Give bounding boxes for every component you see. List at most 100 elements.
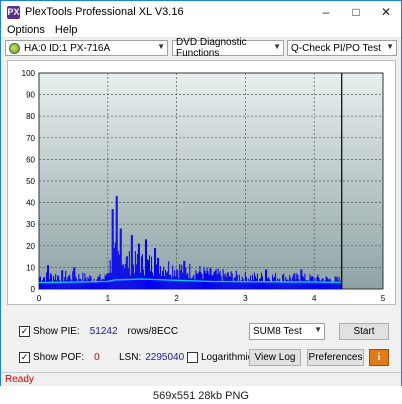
- drive-label: HA:0 ID:1 PX-716A: [24, 42, 111, 54]
- pie-bar: [301, 269, 303, 289]
- y-tick-label: 30: [26, 220, 35, 229]
- pie-bar: [96, 279, 98, 289]
- pie-bar: [180, 270, 182, 289]
- pie-bar: [271, 282, 273, 289]
- pie-bar: [173, 276, 175, 289]
- pie-bar: [295, 279, 297, 289]
- pie-bar: [74, 267, 76, 289]
- pie-bar: [195, 270, 197, 289]
- info-icon[interactable]: i: [369, 349, 389, 366]
- pie-bar: [304, 273, 306, 289]
- x-tick-label: 3: [243, 294, 248, 303]
- window-controls: – □ ✕: [311, 1, 401, 23]
- pie-bar: [306, 279, 308, 289]
- image-caption: 569x551 28kb PNG: [0, 387, 402, 404]
- pie-bar: [281, 281, 283, 289]
- close-icon[interactable]: ✕: [371, 1, 401, 23]
- pie-bar: [141, 254, 143, 289]
- show-pof-checkbox[interactable]: ✓ Show POF: 0: [19, 352, 100, 363]
- function-select[interactable]: DVD Diagnostic Functions ▼: [172, 37, 284, 59]
- pie-bar: [329, 278, 331, 289]
- pie-bar: [118, 254, 120, 289]
- menu-options[interactable]: Options: [7, 24, 45, 36]
- pie-bar: [280, 282, 282, 289]
- pie-bar: [296, 273, 298, 289]
- preferences-button[interactable]: Preferences: [307, 349, 364, 366]
- drive-select[interactable]: HA:0 ID:1 PX-716A ▼: [5, 40, 168, 56]
- drive-icon: [9, 42, 20, 54]
- pie-bar: [315, 282, 317, 289]
- checkbox-pie[interactable]: ✓: [19, 326, 30, 337]
- pie-bar: [130, 235, 132, 289]
- pie-bar: [42, 280, 44, 289]
- test-label: Q-Check PI/PO Test: [291, 42, 381, 54]
- pie-bar: [80, 279, 82, 289]
- menu-help[interactable]: Help: [55, 24, 78, 36]
- start-button[interactable]: Start: [339, 323, 389, 340]
- pie-bar: [116, 196, 118, 289]
- pie-bar: [213, 271, 215, 289]
- pie-bar: [232, 281, 234, 289]
- pie-bar: [39, 277, 41, 289]
- maximize-icon[interactable]: □: [341, 1, 371, 23]
- pie-bar: [133, 273, 135, 289]
- pie-bar: [155, 247, 157, 289]
- pie-bar: [164, 276, 166, 289]
- y-tick-label: 80: [26, 112, 35, 121]
- pie-bar: [199, 265, 201, 289]
- pie-bar: [310, 277, 312, 289]
- pie-bar: [70, 279, 72, 289]
- pie-bar: [327, 279, 329, 289]
- pie-bar: [331, 283, 333, 289]
- pie-bar: [95, 282, 97, 289]
- pie-bar: [259, 278, 261, 289]
- y-tick-label: 10: [26, 263, 35, 272]
- pie-bar: [193, 274, 195, 289]
- y-tick-label: 0: [31, 285, 36, 294]
- pie-bar: [300, 269, 302, 289]
- pie-bar: [226, 272, 228, 289]
- pie-bar: [287, 279, 289, 289]
- pie-bar: [161, 275, 163, 289]
- checkbox-logarithmic[interactable]: [187, 352, 198, 363]
- function-label: DVD Diagnostic Functions: [176, 37, 247, 59]
- pie-bar: [184, 260, 186, 289]
- pie-bar: [190, 278, 192, 289]
- pie-bar: [124, 264, 126, 289]
- minimize-icon[interactable]: –: [311, 1, 341, 23]
- pie-bar: [273, 277, 275, 289]
- pie-bar: [153, 275, 155, 289]
- pie-bar: [154, 247, 156, 289]
- pie-bar: [54, 279, 56, 289]
- pie-bar: [139, 272, 141, 289]
- view-log-button[interactable]: View Log: [249, 349, 301, 366]
- pie-bar: [203, 267, 205, 289]
- test-select[interactable]: Q-Check PI/PO Test ▼: [287, 40, 397, 56]
- pie-bar: [67, 277, 69, 289]
- pie-bar: [210, 268, 212, 289]
- pie-bar: [206, 267, 208, 289]
- pie-bar: [82, 272, 84, 289]
- pie-bar: [81, 282, 83, 289]
- pie-bar: [303, 277, 305, 289]
- pie-bar: [115, 196, 117, 289]
- pie-bar: [219, 270, 221, 289]
- pie-bar: [166, 272, 168, 289]
- show-pie-checkbox[interactable]: ✓ Show PIE: 51242 rows/8ECC: [19, 326, 178, 337]
- title-bar[interactable]: PX PlexTools Professional XL V3.16 – □ ✕: [1, 1, 401, 23]
- pie-bar: [174, 270, 176, 289]
- y-tick-label: 20: [26, 242, 35, 251]
- pie-bar: [129, 275, 131, 289]
- sum8-select[interactable]: SUM8 Test ▼: [249, 323, 325, 340]
- status-text: Ready: [5, 374, 34, 385]
- pie-bar: [318, 277, 320, 289]
- pie-bar: [136, 254, 138, 289]
- x-tick-label: 1: [106, 294, 111, 303]
- chevron-down-icon: ▼: [386, 42, 394, 51]
- pie-bar: [308, 281, 310, 289]
- pie-bar: [121, 264, 123, 289]
- pie-bar: [233, 277, 235, 289]
- checkbox-pof[interactable]: ✓: [19, 352, 30, 363]
- chart-panel: 100 90 80 70 60 50 40 30 20 10 0 0 1 2 3 4 5: [7, 60, 396, 305]
- logarithmic-checkbox[interactable]: Logarithmic: [187, 352, 253, 363]
